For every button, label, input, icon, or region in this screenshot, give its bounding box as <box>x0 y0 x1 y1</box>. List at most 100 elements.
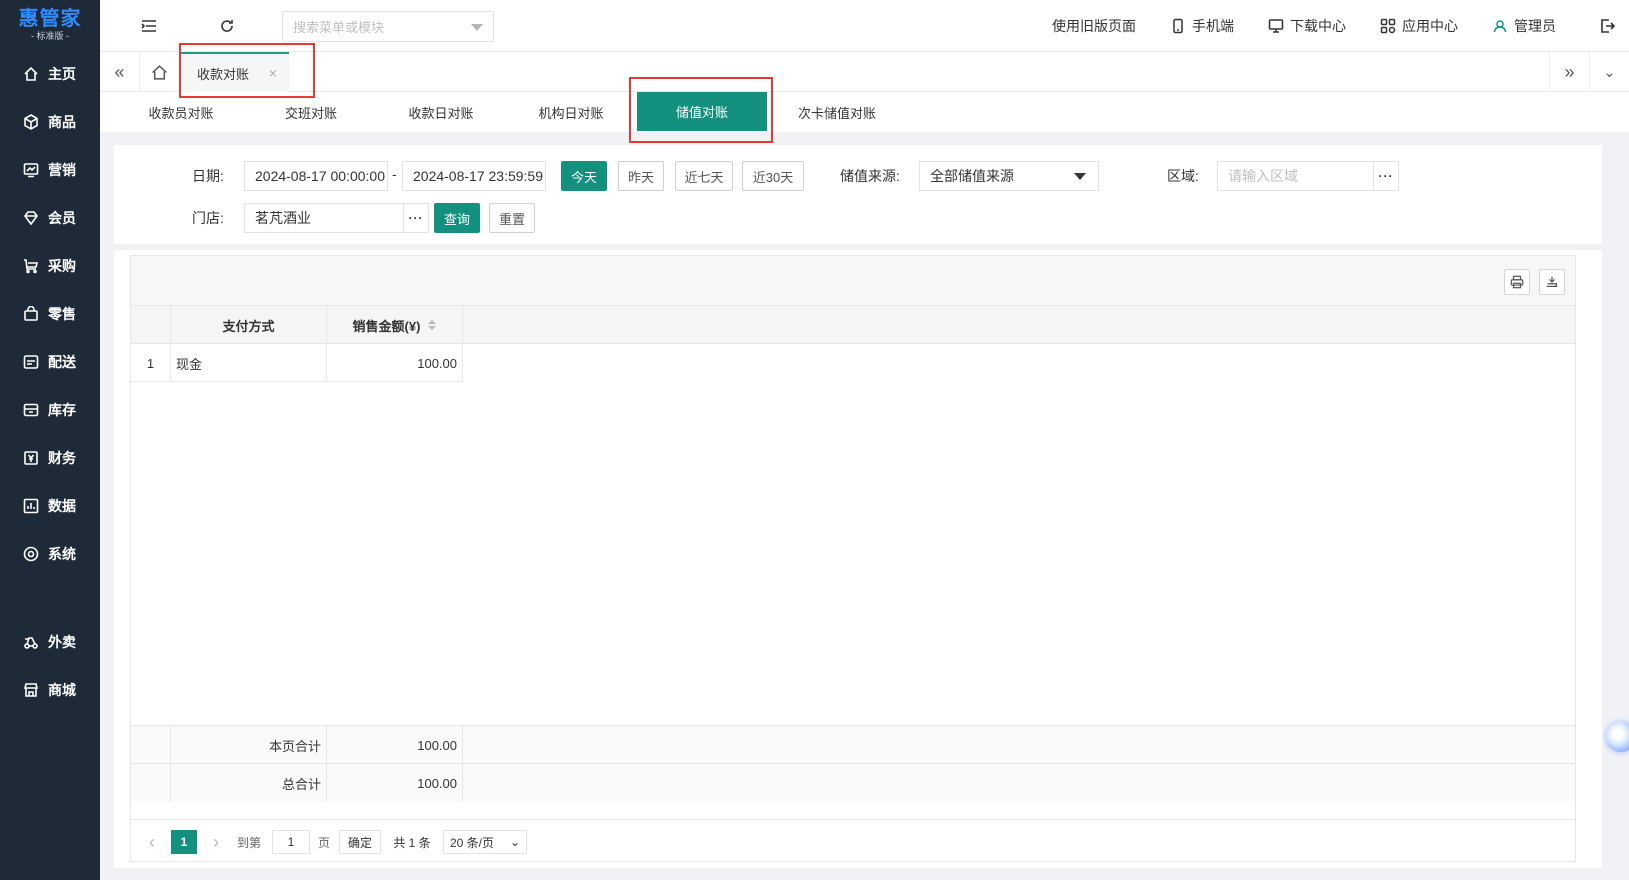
home-icon <box>22 65 40 83</box>
grand-total-row: 总合计 100.00 <box>131 763 1575 802</box>
subtab-shift[interactable]: 交班对账 <box>252 92 370 132</box>
column-header-pay-method: 支付方式 <box>222 318 275 334</box>
tab-payment-reconciliation[interactable]: 收款对账 × <box>180 52 289 92</box>
sidebar-item-mall[interactable]: 商城 <box>0 666 100 714</box>
today-button[interactable]: 今天 <box>561 161 607 191</box>
page-size-select[interactable]: 20 条/页 ⌄ <box>443 830 527 854</box>
sidebar-item-home[interactable]: 主页 <box>0 50 100 98</box>
sidebar-item-purchase[interactable]: 采购 <box>0 242 100 290</box>
sidebar-item-label: 数据 <box>48 498 76 514</box>
sidebar-item-finance[interactable]: 财务 <box>0 434 100 482</box>
cart-icon <box>22 257 40 275</box>
sidebar-item-label: 财务 <box>48 450 76 466</box>
home-tab-icon[interactable] <box>140 52 180 92</box>
goto-confirm-button[interactable]: 确定 <box>339 830 381 854</box>
last-7-days-button[interactable]: 近七天 <box>675 161 733 191</box>
download-label: 下载中心 <box>1290 18 1346 34</box>
apps-icon <box>1380 18 1396 34</box>
query-button[interactable]: 查询 <box>434 203 480 233</box>
prev-page-icon[interactable]: ‹ <box>143 830 161 854</box>
pagination: ‹ 1 › 到第 1 页 确定 共 1 条 20 条/页 ⌄ <box>131 819 1575 861</box>
export-icon[interactable] <box>1539 269 1565 295</box>
source-select[interactable]: 全部储值来源 <box>919 161 1099 191</box>
grand-total-value: 100.00 <box>417 775 457 791</box>
date-end-input[interactable]: 2024-08-17 23:59:59 <box>402 161 546 191</box>
subtab-daily-payment[interactable]: 收款日对账 <box>382 92 500 132</box>
logout-icon[interactable] <box>1597 16 1617 36</box>
collapse-menu-icon[interactable] <box>139 16 159 36</box>
sidebar-item-goods[interactable]: 商品 <box>0 98 100 146</box>
close-tab-icon[interactable]: × <box>269 65 277 81</box>
table-row[interactable]: 1 现金 100.00 <box>131 344 463 382</box>
page-1-button[interactable]: 1 <box>171 830 197 854</box>
subtab-card-stored-value[interactable]: 次卡储值对账 <box>772 92 902 132</box>
floating-assistant-icon[interactable] <box>1606 722 1629 752</box>
row-pay-method: 现金 <box>176 356 203 372</box>
apps-label: 应用中心 <box>1402 18 1458 34</box>
tab-options-chevron-down-icon[interactable]: ⌄ <box>1589 52 1629 92</box>
old-version-link[interactable]: 使用旧版页面 <box>1052 0 1136 52</box>
sidebar-item-label: 营销 <box>48 162 76 178</box>
region-picker-more-icon[interactable]: ··· <box>1373 161 1399 191</box>
store-picker-more-icon[interactable]: ··· <box>403 203 429 233</box>
next-page-icon[interactable]: › <box>207 830 225 854</box>
table-header: 支付方式 销售金额(¥) <box>131 306 1575 344</box>
yesterday-button[interactable]: 昨天 <box>618 161 664 191</box>
sidebar: 惠管家 - 标准版 - 主页 商品 营销 会员 采购 零售 配送 库存 财务 数… <box>0 0 100 880</box>
logo[interactable]: 惠管家 - 标准版 - <box>0 0 100 50</box>
caret-down-icon <box>1074 173 1086 180</box>
reset-button[interactable]: 重置 <box>489 203 535 233</box>
region-input[interactable]: 请输入区域 <box>1217 161 1374 191</box>
row-amount: 100.00 <box>417 355 457 371</box>
sidebar-item-inventory[interactable]: 库存 <box>0 386 100 434</box>
sidebar-item-takeout[interactable]: 外卖 <box>0 618 100 666</box>
sidebar-item-retail[interactable]: 零售 <box>0 290 100 338</box>
box-icon <box>22 401 40 419</box>
page-unit-label: 页 <box>317 835 330 850</box>
last-30-days-button[interactable]: 近30天 <box>742 161 804 191</box>
date-start-input[interactable]: 2024-08-17 00:00:00 <box>244 161 388 191</box>
sidebar-item-data[interactable]: 数据 <box>0 482 100 530</box>
sidebar-item-label: 系统 <box>48 546 76 562</box>
sort-icon[interactable] <box>428 320 437 330</box>
chevron-down-icon: ⌄ <box>509 835 520 849</box>
sidebar-item-marketing[interactable]: 营销 <box>0 146 100 194</box>
monitor-icon <box>1268 19 1284 33</box>
subtab-cashier[interactable]: 收款员对账 <box>122 92 240 132</box>
print-icon[interactable] <box>1504 269 1530 295</box>
sidebar-item-delivery[interactable]: 配送 <box>0 338 100 386</box>
top-bar: 搜索菜单或模块 使用旧版页面 手机端 下载中心 应用中心 管理员 <box>100 0 1629 52</box>
tab-label: 收款对账 <box>197 66 250 82</box>
sidebar-item-label: 采购 <box>48 258 76 274</box>
scroll-tabs-left-icon[interactable]: « <box>100 52 140 92</box>
store-input[interactable]: 茗芃酒业 <box>244 203 404 233</box>
settings-icon <box>22 545 40 563</box>
cube-icon <box>22 113 40 131</box>
user-menu[interactable]: 管理员 <box>1492 0 1556 52</box>
refresh-icon[interactable] <box>217 16 237 36</box>
menu-search-placeholder: 搜索菜单或模块 <box>293 20 385 35</box>
scroll-tabs-right-icon[interactable]: » <box>1549 52 1589 92</box>
reconciliation-subtabs: 收款员对账 交班对账 收款日对账 机构日对账 储值对账 次卡储值对账 <box>100 92 1629 132</box>
filter-panel: 日期: 2024-08-17 00:00:00 - 2024-08-17 23:… <box>114 145 1602 245</box>
page-size-value: 20 条/页 <box>450 835 495 850</box>
chart-icon <box>22 161 40 179</box>
menu-search-select[interactable]: 搜索菜单或模块 <box>282 11 494 42</box>
sidebar-item-label: 库存 <box>48 402 76 418</box>
subtab-stored-value[interactable]: 储值对账 <box>637 92 767 131</box>
sidebar-item-label: 外卖 <box>48 634 76 650</box>
sidebar-item-system[interactable]: 系统 <box>0 530 100 578</box>
app-center-link[interactable]: 应用中心 <box>1380 0 1458 52</box>
column-header-amount[interactable]: 销售金额(¥) <box>327 306 462 344</box>
download-center-link[interactable]: 下载中心 <box>1268 0 1346 52</box>
user-icon <box>1493 20 1507 33</box>
mobile-link[interactable]: 手机端 <box>1170 0 1234 52</box>
source-select-value: 全部储值来源 <box>930 168 1014 184</box>
sidebar-item-member[interactable]: 会员 <box>0 194 100 242</box>
user-name: 管理员 <box>1514 18 1556 34</box>
sidebar-item-label: 主页 <box>48 66 76 82</box>
delivery-icon <box>22 633 40 651</box>
subtab-org-daily[interactable]: 机构日对账 <box>512 92 630 132</box>
goto-page-input[interactable]: 1 <box>272 830 310 854</box>
mobile-icon <box>1173 18 1183 34</box>
